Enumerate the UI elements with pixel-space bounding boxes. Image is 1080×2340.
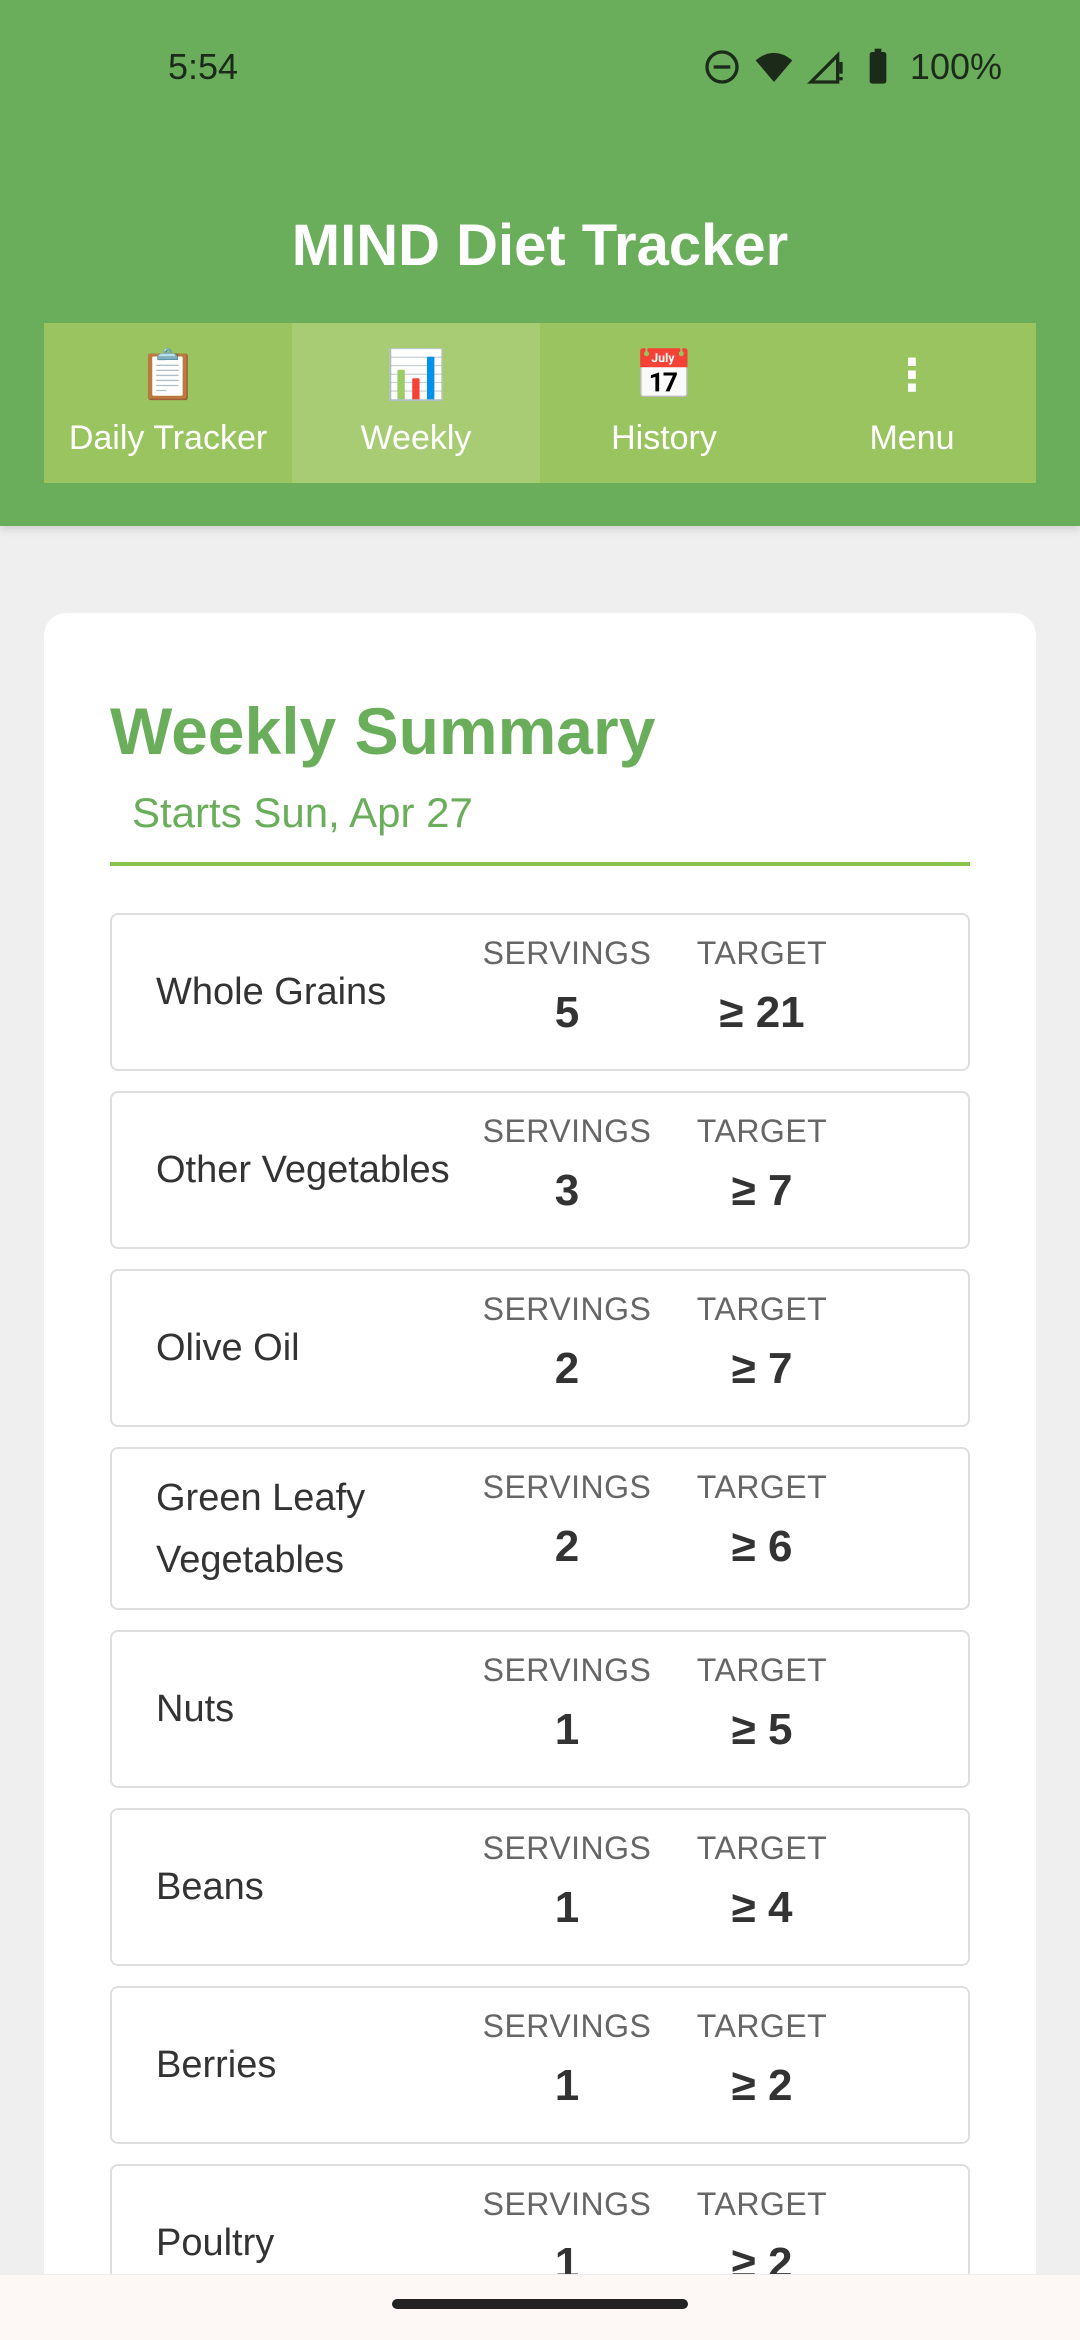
servings-column: SERVINGS 3 — [472, 1113, 662, 1216]
tab-label: Weekly — [360, 418, 472, 457]
status-bar: 5:54 100% — [0, 0, 1080, 140]
bar-chart-icon: 📊 — [386, 348, 446, 402]
app-screen: 5:54 100% MIND Diet Tracker 📋 Daily Trac… — [0, 0, 1080, 2340]
servings-label: SERVINGS — [482, 2186, 652, 2222]
servings-column: SERVINGS 1 — [472, 1830, 662, 1933]
summary-row-other-vegetables: Other Vegetables SERVINGS 3 TARGET ≥ 7 — [110, 1091, 970, 1249]
tab-menu[interactable]: ⋮ Menu — [788, 323, 1036, 483]
servings-label: SERVINGS — [482, 2008, 652, 2044]
servings-column: SERVINGS 2 — [472, 1291, 662, 1394]
week-start-date: Starts Sun, Apr 27 — [132, 789, 473, 836]
servings-label: SERVINGS — [482, 1652, 652, 1688]
summary-row-green-leafy-vegetables: Green Leafy Vegetables SERVINGS 2 TARGET… — [110, 1447, 970, 1610]
servings-value: 5 — [554, 988, 580, 1037]
target-value: ≥ 2 — [731, 2061, 793, 2110]
food-group-name: Beans — [156, 1866, 264, 1908]
target-value: ≥ 7 — [731, 1166, 793, 1215]
servings-label: SERVINGS — [482, 935, 652, 971]
calendar-icon: 📅 — [634, 348, 694, 402]
tab-label: Menu — [869, 418, 955, 457]
tab-daily-tracker[interactable]: 📋 Daily Tracker — [44, 323, 292, 483]
target-value: ≥ 5 — [731, 1705, 793, 1754]
target-column: TARGET ≥ 5 — [667, 1652, 857, 1755]
target-column: TARGET ≥ 21 — [667, 935, 857, 1038]
food-group-name: Green Leafy Vegetables — [156, 1476, 366, 1581]
servings-value: 2 — [554, 1344, 580, 1393]
more-vert-icon: ⋮ — [890, 350, 934, 400]
target-label: TARGET — [696, 2008, 828, 2044]
servings-column: SERVINGS 2 — [472, 1469, 662, 1572]
food-group-name: Whole Grains — [156, 971, 387, 1013]
servings-value: 1 — [554, 1705, 580, 1754]
food-group-name: Berries — [156, 2044, 277, 2086]
cellular-signal-icon — [806, 51, 843, 84]
summary-row-berries: Berries SERVINGS 1 TARGET ≥ 2 — [110, 1986, 970, 2144]
food-group-name: Other Vegetables — [156, 1149, 450, 1191]
tab-weekly[interactable]: 📊 Weekly — [292, 323, 540, 483]
target-value: ≥ 4 — [731, 1883, 793, 1932]
tab-bar: 📋 Daily Tracker 📊 Weekly 📅 History ⋮ Men… — [44, 323, 1036, 483]
target-value: ≥ 6 — [731, 1522, 793, 1571]
do-not-disturb-icon — [705, 50, 739, 84]
target-column: TARGET ≥ 7 — [667, 1291, 857, 1394]
servings-label: SERVINGS — [482, 1291, 652, 1327]
battery-icon — [869, 48, 887, 84]
summary-row-nuts: Nuts SERVINGS 1 TARGET ≥ 5 — [110, 1630, 970, 1788]
target-value: ≥ 7 — [731, 1344, 793, 1393]
battery-percentage: 100% — [909, 46, 1002, 87]
summary-row-whole-grains: Whole Grains SERVINGS 5 TARGET ≥ 21 — [110, 913, 970, 1071]
summary-row-beans: Beans SERVINGS 1 TARGET ≥ 4 — [110, 1808, 970, 1966]
summary-row-olive-oil: Olive Oil SERVINGS 2 TARGET ≥ 7 — [110, 1269, 970, 1427]
servings-label: SERVINGS — [482, 1113, 652, 1149]
target-label: TARGET — [696, 1291, 828, 1327]
servings-value: 3 — [554, 1166, 580, 1215]
servings-label: SERVINGS — [482, 1469, 652, 1505]
tab-history[interactable]: 📅 History — [540, 323, 788, 483]
target-label: TARGET — [696, 1113, 828, 1149]
target-label: TARGET — [696, 2186, 828, 2222]
servings-value: 1 — [554, 2061, 580, 2110]
summary-title: Weekly Summary — [110, 694, 656, 768]
servings-column: SERVINGS 1 — [472, 2008, 662, 2111]
target-column: TARGET ≥ 7 — [667, 1113, 857, 1216]
servings-column: SERVINGS 1 — [472, 1652, 662, 1755]
tab-label: History — [611, 418, 717, 457]
weekly-summary-card: Weekly Summary Starts Sun, Apr 27 Whole … — [44, 613, 1036, 2340]
status-time: 5:54 — [168, 46, 239, 87]
home-indicator[interactable] — [392, 2299, 688, 2309]
target-column: TARGET ≥ 4 — [667, 1830, 857, 1933]
target-label: TARGET — [696, 1830, 828, 1866]
target-column: TARGET ≥ 2 — [667, 2008, 857, 2111]
servings-value: 2 — [554, 1522, 580, 1571]
servings-column: SERVINGS 5 — [472, 935, 662, 1038]
status-icons: 100% — [702, 46, 1002, 88]
target-value: ≥ 21 — [719, 988, 805, 1037]
target-label: TARGET — [696, 1469, 828, 1505]
food-group-name: Olive Oil — [156, 1327, 300, 1369]
servings-label: SERVINGS — [482, 1830, 652, 1866]
target-label: TARGET — [696, 1652, 828, 1688]
divider — [110, 862, 970, 866]
clipboard-icon: 📋 — [138, 348, 198, 402]
target-label: TARGET — [696, 935, 828, 971]
summary-list: Whole Grains SERVINGS 5 TARGET ≥ 21 Othe… — [110, 913, 970, 2340]
servings-value: 1 — [554, 1883, 580, 1932]
wifi-icon — [755, 52, 793, 82]
app-title: MIND Diet Tracker — [291, 213, 789, 278]
target-column: TARGET ≥ 6 — [667, 1469, 857, 1572]
tab-label: Daily Tracker — [68, 418, 268, 457]
gesture-nav-bar — [0, 2274, 1080, 2340]
food-group-name: Nuts — [156, 1688, 235, 1730]
app-header: 5:54 100% MIND Diet Tracker 📋 Daily Trac… — [0, 0, 1080, 526]
